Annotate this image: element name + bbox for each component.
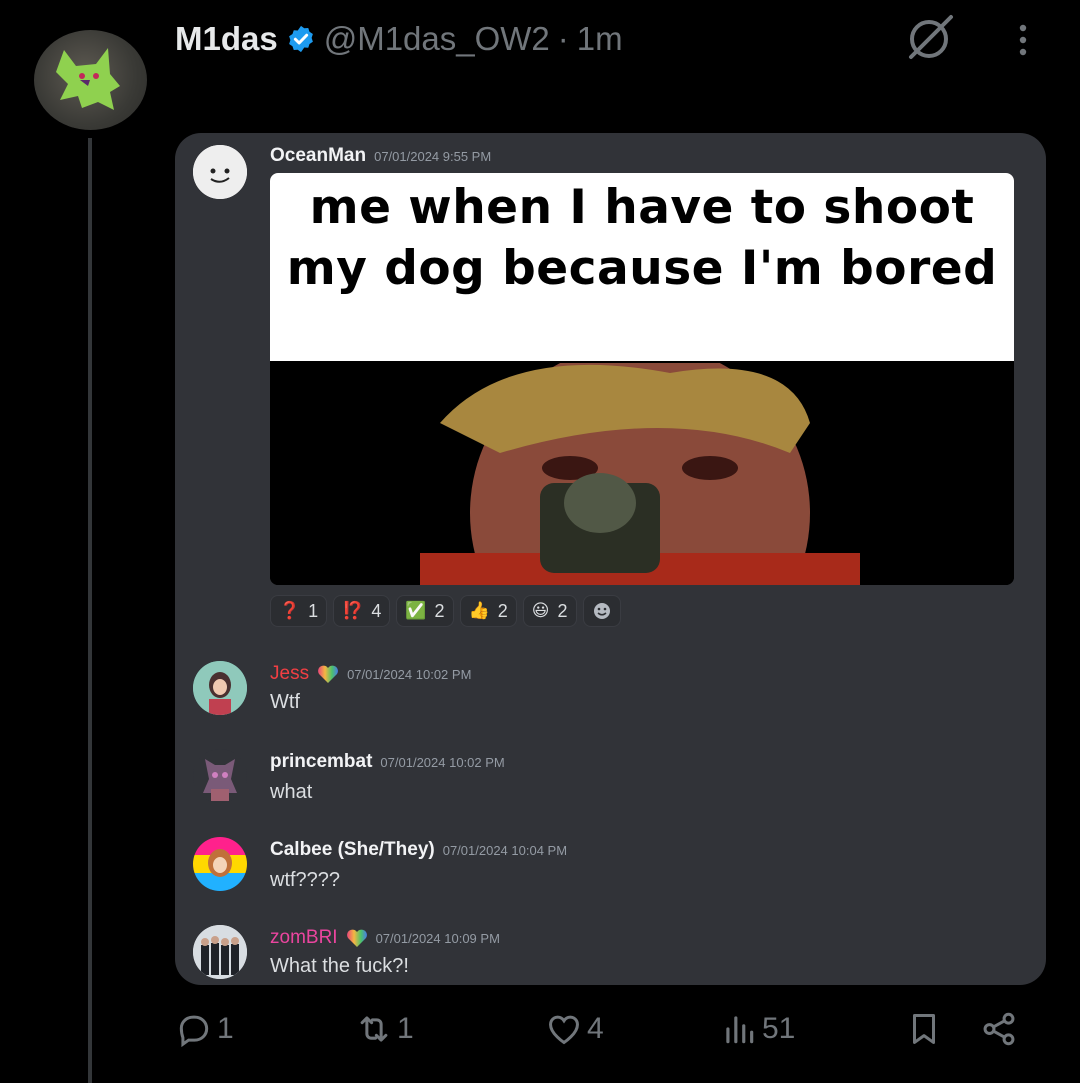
share-icon	[983, 1012, 1015, 1046]
like-button[interactable]: 4	[545, 1010, 604, 1048]
message-avatar	[193, 837, 247, 891]
reaction-thumbs-up[interactable]: 👍 2	[459, 595, 517, 627]
view-count: 51	[762, 1012, 796, 1045]
more-options-icon[interactable]	[1008, 20, 1038, 60]
post-time[interactable]: 1m	[577, 20, 623, 58]
verified-badge-icon	[288, 25, 313, 53]
share-button[interactable]	[980, 1010, 1018, 1048]
message-timestamp: 07/01/2024 10:02 PM	[380, 755, 505, 770]
handle[interactable]: @M1das_OW2	[324, 20, 550, 58]
author-avatar[interactable]	[34, 30, 147, 130]
message-avatar	[193, 749, 247, 803]
message-author: Jess	[270, 663, 310, 684]
heart-badge-icon	[318, 665, 338, 683]
message-timestamp: 07/01/2024 10:04 PM	[442, 843, 568, 858]
message-text: wtf????	[270, 869, 341, 891]
message-header: OceanMan 07/01/2024 9:55 PM	[270, 145, 491, 167]
repost-button[interactable]: 1	[355, 1010, 414, 1048]
thread-line	[88, 138, 92, 1083]
message-text: What the fuck?!	[270, 955, 409, 977]
message-author: Calbee (She/They)	[270, 839, 435, 860]
message-header: Calbee (She/They) 07/01/2024 10:04 PM	[270, 839, 567, 861]
heart-badge-icon	[346, 929, 367, 947]
reaction-smiley[interactable]: 😃 2	[522, 595, 577, 627]
message-avatar	[193, 145, 247, 199]
message-text: what	[270, 781, 313, 803]
bookmark-button[interactable]	[905, 1010, 943, 1048]
tweet-header: M1das @M1das_OW2 · 1m	[175, 14, 623, 64]
message-text: Wtf	[270, 691, 300, 713]
message-timestamp: 07/01/2024 9:55 PM	[374, 149, 492, 164]
meme-caption: me when I have to shoot my dog because I…	[270, 173, 1014, 361]
reaction-question[interactable]: ❓ 1	[270, 595, 328, 627]
message-author: OceanMan	[270, 145, 367, 166]
reaction-bar: ❓ 1 ⁉️ 4 ✅ 2 👍 2 😃 2	[270, 595, 621, 627]
message-avatar	[193, 661, 247, 715]
like-count: 4	[587, 1012, 604, 1045]
separator-dot: ·	[557, 20, 569, 57]
message-author: zomBRI	[270, 927, 338, 948]
message-header: Jess 07/01/2024 10:02 PM	[270, 663, 471, 685]
embedded-screenshot[interactable]: OceanMan 07/01/2024 9:55 PM me when I ha…	[175, 133, 1046, 985]
reaction-check[interactable]: ✅ 2	[396, 595, 454, 627]
grok-icon[interactable]	[905, 12, 955, 62]
action-bar: 1 1 4 51	[175, 1010, 1035, 1060]
message-header: zomBRI 07/01/2024 10:09 PM	[270, 927, 500, 949]
repost-icon	[360, 1016, 388, 1042]
add-reaction-button[interactable]	[582, 595, 621, 627]
views-icon	[726, 1016, 754, 1044]
message-timestamp: 07/01/2024 10:09 PM	[375, 931, 500, 946]
heart-icon	[549, 1015, 579, 1045]
message-author: princembat	[270, 751, 373, 772]
message-avatar	[193, 925, 247, 979]
reply-button[interactable]: 1	[175, 1010, 234, 1048]
bookmark-icon	[912, 1014, 936, 1044]
reply-icon	[179, 1015, 209, 1048]
add-reaction-icon	[593, 603, 610, 619]
repost-count: 1	[397, 1012, 414, 1045]
reply-count: 1	[217, 1012, 234, 1045]
display-name[interactable]: M1das	[175, 20, 278, 58]
reaction-interrobang[interactable]: ⁉️ 4	[333, 595, 391, 627]
message-header: princembat 07/01/2024 10:02 PM	[270, 751, 505, 773]
meme-image: me when I have to shoot my dog because I…	[270, 173, 1014, 585]
views-button[interactable]: 51	[720, 1010, 795, 1048]
meme-photo	[270, 363, 1014, 585]
message-timestamp: 07/01/2024 10:02 PM	[347, 667, 472, 682]
